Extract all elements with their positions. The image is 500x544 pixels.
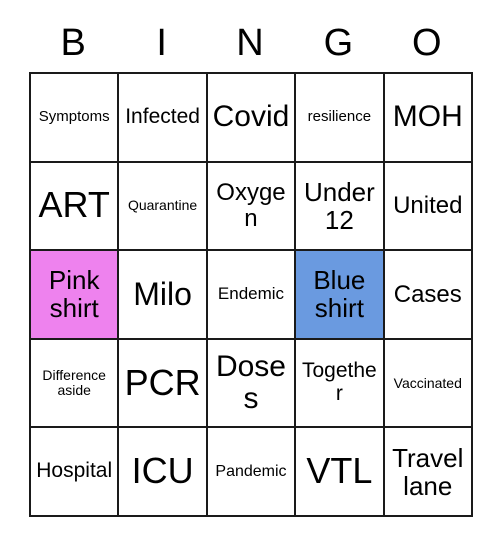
bingo-cell-r3c1[interactable]: Pink shirt (31, 251, 120, 340)
bingo-cell-label: Vaccinated (393, 374, 462, 391)
bingo-cell-label: Infected (125, 104, 200, 128)
bingo-cell-r3c3[interactable]: Endemic (207, 251, 297, 340)
bingo-cell-r1c1[interactable]: Symptoms (31, 74, 120, 163)
bingo-cell-r1c3[interactable]: Covid (207, 74, 297, 163)
bingo-cell-label: Together (302, 359, 377, 406)
bingo-header-letter-b: B (60, 22, 86, 64)
bingo-cell-r2c3[interactable]: Oxygen (207, 162, 297, 252)
bingo-header-letter-g: G (323, 22, 354, 64)
bingo-grid: Symptoms Infected Covid resilience MOH ART Qua… (29, 72, 473, 517)
bingo-header-letter-o: O (412, 22, 442, 64)
bingo-cell-label: MOH (392, 100, 463, 134)
bingo-cell-label: ART (38, 184, 110, 226)
bingo-cell-r5c4[interactable]: VTL (296, 428, 385, 517)
bingo-cell-r3c2[interactable]: Milo (119, 251, 208, 340)
bingo-cell-label: Difference aside (42, 366, 106, 399)
bingo-card: B I N G O Symptoms Infected Covid resilience MOH… (29, 14, 473, 517)
bingo-cell-label: Quarantine (127, 197, 198, 214)
bingo-cell-r2c4[interactable]: Under 12 (296, 162, 385, 252)
bingo-cell-r5c5[interactable]: Travel lane (384, 428, 473, 517)
bingo-cell-label: Milo (133, 276, 192, 313)
bingo-cell-r4c3[interactable]: Doses (207, 339, 297, 429)
bingo-cell-r2c5[interactable]: United (384, 162, 473, 252)
bingo-cell-label: Pandemic (215, 463, 287, 481)
bingo-header-row: BINGO (29, 14, 471, 72)
bingo-cell-r4c4[interactable]: Together (296, 339, 385, 429)
bingo-cell-label: Under 12 (303, 176, 375, 235)
bingo-cell-r4c5[interactable]: Vaccinated (384, 339, 473, 429)
bingo-cell-label: Hospital (36, 459, 113, 483)
bingo-cell-r2c2[interactable]: Quarantine (119, 162, 208, 252)
bingo-cell-label: VTL (306, 450, 373, 492)
bingo-cell-r3c4[interactable]: Blue shirt (296, 251, 385, 340)
bingo-cell-r4c2[interactable]: PCR (119, 339, 208, 429)
bingo-cell-r1c4[interactable]: resilience (296, 74, 385, 163)
bingo-header-letter-i: I (156, 22, 167, 64)
bingo-cell-label: Blue shirt (313, 265, 366, 324)
bingo-cell-label: Endemic (217, 284, 285, 304)
bingo-cell-r5c2[interactable]: ICU (119, 428, 208, 517)
bingo-cell-label: Doses (215, 349, 286, 416)
bingo-cell-label: Covid (212, 100, 290, 134)
bingo-cell-r4c1[interactable]: Difference aside (31, 339, 120, 429)
bingo-cell-label: resilience (307, 108, 372, 126)
bingo-cell-label: Oxygen (216, 178, 286, 232)
bingo-cell-label: Pink shirt (48, 265, 100, 324)
bingo-cell-r2c1[interactable]: ART (31, 162, 120, 252)
bingo-cell-label: PCR (124, 361, 201, 403)
bingo-cell-label: Travel lane (392, 442, 464, 501)
bingo-cell-r3c5[interactable]: Cases (384, 251, 473, 340)
bingo-cell-label: Symptoms (38, 108, 110, 126)
bingo-header-letter-n: N (236, 22, 264, 64)
bingo-cell-r1c5[interactable]: MOH (384, 74, 473, 163)
bingo-cell-r5c1[interactable]: Hospital (31, 428, 120, 517)
bingo-cell-label: ICU (131, 450, 194, 492)
bingo-cell-r1c2[interactable]: Infected (119, 74, 208, 163)
bingo-cell-r5c3[interactable]: Pandemic (207, 428, 297, 517)
bingo-cell-label: United (393, 191, 463, 219)
bingo-cell-label: Cases (393, 280, 462, 308)
